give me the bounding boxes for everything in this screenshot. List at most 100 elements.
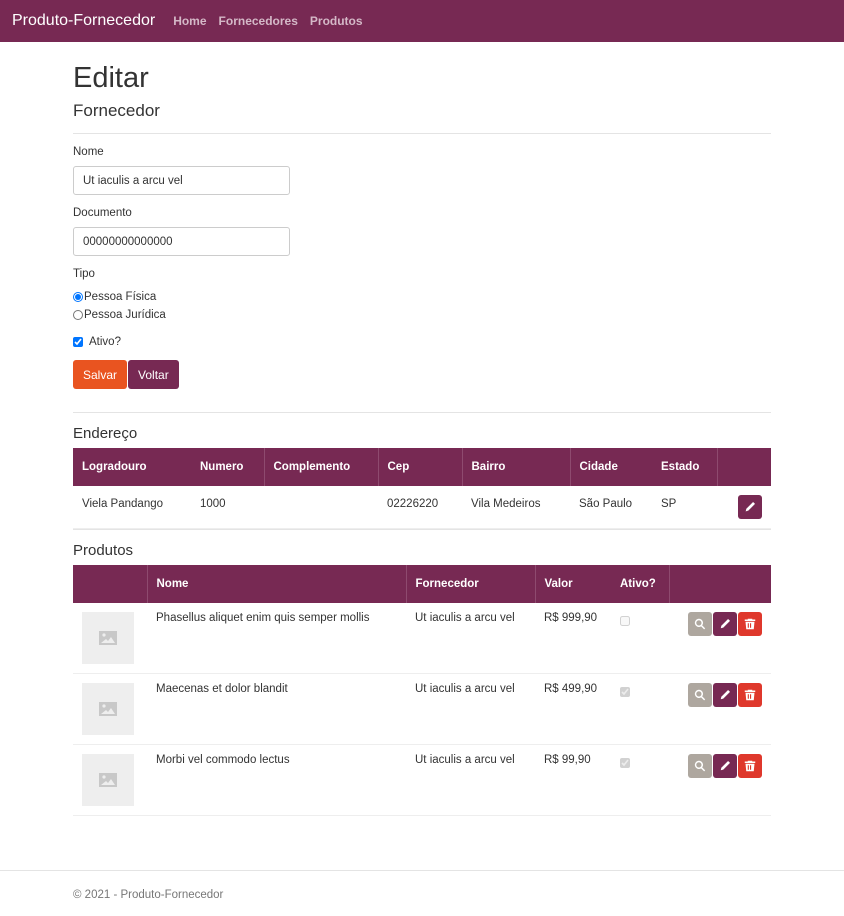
image-placeholder-icon xyxy=(99,631,117,645)
ativo-readonly-checkbox xyxy=(620,687,630,697)
cell-fornecedor: Ut iaculis a arcu vel xyxy=(406,744,535,816)
cell-complemento xyxy=(264,486,378,529)
col-imagem xyxy=(73,565,147,603)
cell-logradouro: Viela Pandango xyxy=(73,486,191,529)
pencil-icon xyxy=(720,689,731,700)
tipo-option-fisica[interactable]: Pessoa Física xyxy=(73,288,771,306)
nome-input[interactable] xyxy=(73,166,290,195)
cell-actions xyxy=(669,744,771,816)
tipo-radio-fisica-label: Pessoa Física xyxy=(84,291,157,303)
col-cep: Cep xyxy=(377,448,462,486)
ativo-checkbox[interactable] xyxy=(73,337,83,347)
tipo-group: Tipo Pessoa Física Pessoa Jurídica xyxy=(73,268,771,324)
col-fornecedor: Fornecedor xyxy=(405,565,535,603)
produtos-header-row: Nome Fornecedor Valor Ativo? xyxy=(73,565,771,603)
produtos-table: Nome Fornecedor Valor Ativo? Phasellus a… xyxy=(73,565,771,816)
col-estado: Estado xyxy=(661,461,700,473)
produtos-heading: Produtos xyxy=(73,542,134,559)
col-valor: Valor xyxy=(534,565,611,603)
tipo-radio-fisica[interactable] xyxy=(73,292,83,302)
documento-input[interactable] xyxy=(73,227,290,256)
delete-product-button[interactable] xyxy=(738,612,762,636)
ativo-label: Ativo? xyxy=(89,336,121,348)
nav-link-home[interactable]: Home xyxy=(173,14,206,28)
edit-product-button[interactable] xyxy=(713,612,737,636)
table-row: Phasellus aliquet enim quis semper molli… xyxy=(73,603,771,674)
top-navbar: Produto-Fornecedor Home Fornecedores Pro… xyxy=(0,0,844,42)
nome-label: Nome xyxy=(73,146,104,158)
col-complemento: Complemento xyxy=(263,448,378,486)
search-icon xyxy=(694,689,706,701)
nav-link-produtos[interactable]: Produtos xyxy=(310,14,363,28)
form-actions: Salvar Voltar xyxy=(73,360,771,389)
image-placeholder-icon xyxy=(99,773,117,787)
cell-actions xyxy=(669,673,771,745)
documento-label: Documento xyxy=(73,207,132,219)
trash-icon xyxy=(744,618,756,630)
cell-imagem xyxy=(73,744,147,816)
footer-text: © 2021 - Produto-Fornecedor xyxy=(73,889,224,901)
endereco-table: Logradouro Numero Complemento Cep Bairro… xyxy=(73,448,771,529)
cell-estado: SP xyxy=(652,486,717,529)
col-ativo: Ativo? xyxy=(620,578,656,590)
pencil-icon xyxy=(720,618,731,629)
table-row: Maecenas et dolor blandit Ut iaculis a ar… xyxy=(73,673,771,745)
product-thumbnail xyxy=(82,683,134,735)
col-cidade: Cidade xyxy=(569,448,652,486)
divider xyxy=(73,529,771,530)
cell-fornecedor: Ut iaculis a arcu vel xyxy=(406,603,535,674)
search-icon xyxy=(694,618,706,630)
tipo-option-juridica[interactable]: Pessoa Jurídica xyxy=(73,306,771,324)
trash-icon xyxy=(744,689,756,701)
footer: © 2021 - Produto-Fornecedor xyxy=(0,870,844,901)
col-numero: Numero xyxy=(200,461,244,473)
cell-actions xyxy=(717,486,771,529)
tipo-radio-juridica[interactable] xyxy=(73,310,83,320)
cell-ativo xyxy=(611,673,669,745)
search-icon xyxy=(694,760,706,772)
cell-imagem xyxy=(73,673,147,745)
cell-cep: 02226220 xyxy=(378,486,462,529)
tipo-radio-juridica-label: Pessoa Jurídica xyxy=(84,309,166,321)
product-thumbnail xyxy=(82,754,134,806)
nome-group: Nome xyxy=(73,146,771,195)
edit-product-button[interactable] xyxy=(713,683,737,707)
col-logradouro: Logradouro xyxy=(82,461,147,473)
view-product-button[interactable] xyxy=(688,683,712,707)
ativo-group[interactable]: Ativo? xyxy=(73,336,771,348)
delete-product-button[interactable] xyxy=(738,683,762,707)
ativo-readonly-checkbox xyxy=(620,758,630,768)
nav-link-fornecedores[interactable]: Fornecedores xyxy=(219,14,298,28)
edit-product-button[interactable] xyxy=(713,754,737,778)
delete-product-button[interactable] xyxy=(738,754,762,778)
divider xyxy=(73,412,771,413)
cell-nome: Maecenas et dolor blandit xyxy=(147,673,406,745)
back-button[interactable]: Voltar xyxy=(128,360,179,389)
cell-numero: 1000 xyxy=(191,486,264,529)
table-row: Viela Pandango 1000 02226220 Vila Medeir… xyxy=(73,486,771,529)
ativo-readonly-checkbox xyxy=(620,616,630,626)
endereco-heading: Endereço xyxy=(73,425,138,442)
product-thumbnail xyxy=(82,612,134,664)
brand-link[interactable]: Produto-Fornecedor xyxy=(12,12,155,30)
pencil-icon xyxy=(720,760,731,771)
cell-actions xyxy=(669,603,771,674)
edit-address-button[interactable] xyxy=(738,495,762,519)
cell-valor: R$ 99,90 xyxy=(535,744,611,816)
save-button[interactable]: Salvar xyxy=(73,360,128,389)
view-product-button[interactable] xyxy=(688,754,712,778)
col-nome: Nome xyxy=(146,565,406,603)
divider xyxy=(73,133,771,134)
cell-cidade: São Paulo xyxy=(570,486,652,529)
table-row: Morbi vel commodo lectus Ut iaculis a arc… xyxy=(73,744,771,816)
cell-bairro: Vila Medeiros xyxy=(462,486,570,529)
cell-valor: R$ 999,90 xyxy=(535,603,611,674)
main-container: Editar Fornecedor Nome Documento Tipo Pe… xyxy=(73,42,771,816)
col-bairro: Bairro xyxy=(461,448,570,486)
col-actions xyxy=(668,565,771,603)
view-product-button[interactable] xyxy=(688,612,712,636)
image-placeholder-icon xyxy=(99,702,117,716)
pencil-icon xyxy=(745,501,756,512)
cell-nome: Phasellus aliquet enim quis semper molli… xyxy=(147,603,406,674)
col-actions xyxy=(716,448,771,486)
